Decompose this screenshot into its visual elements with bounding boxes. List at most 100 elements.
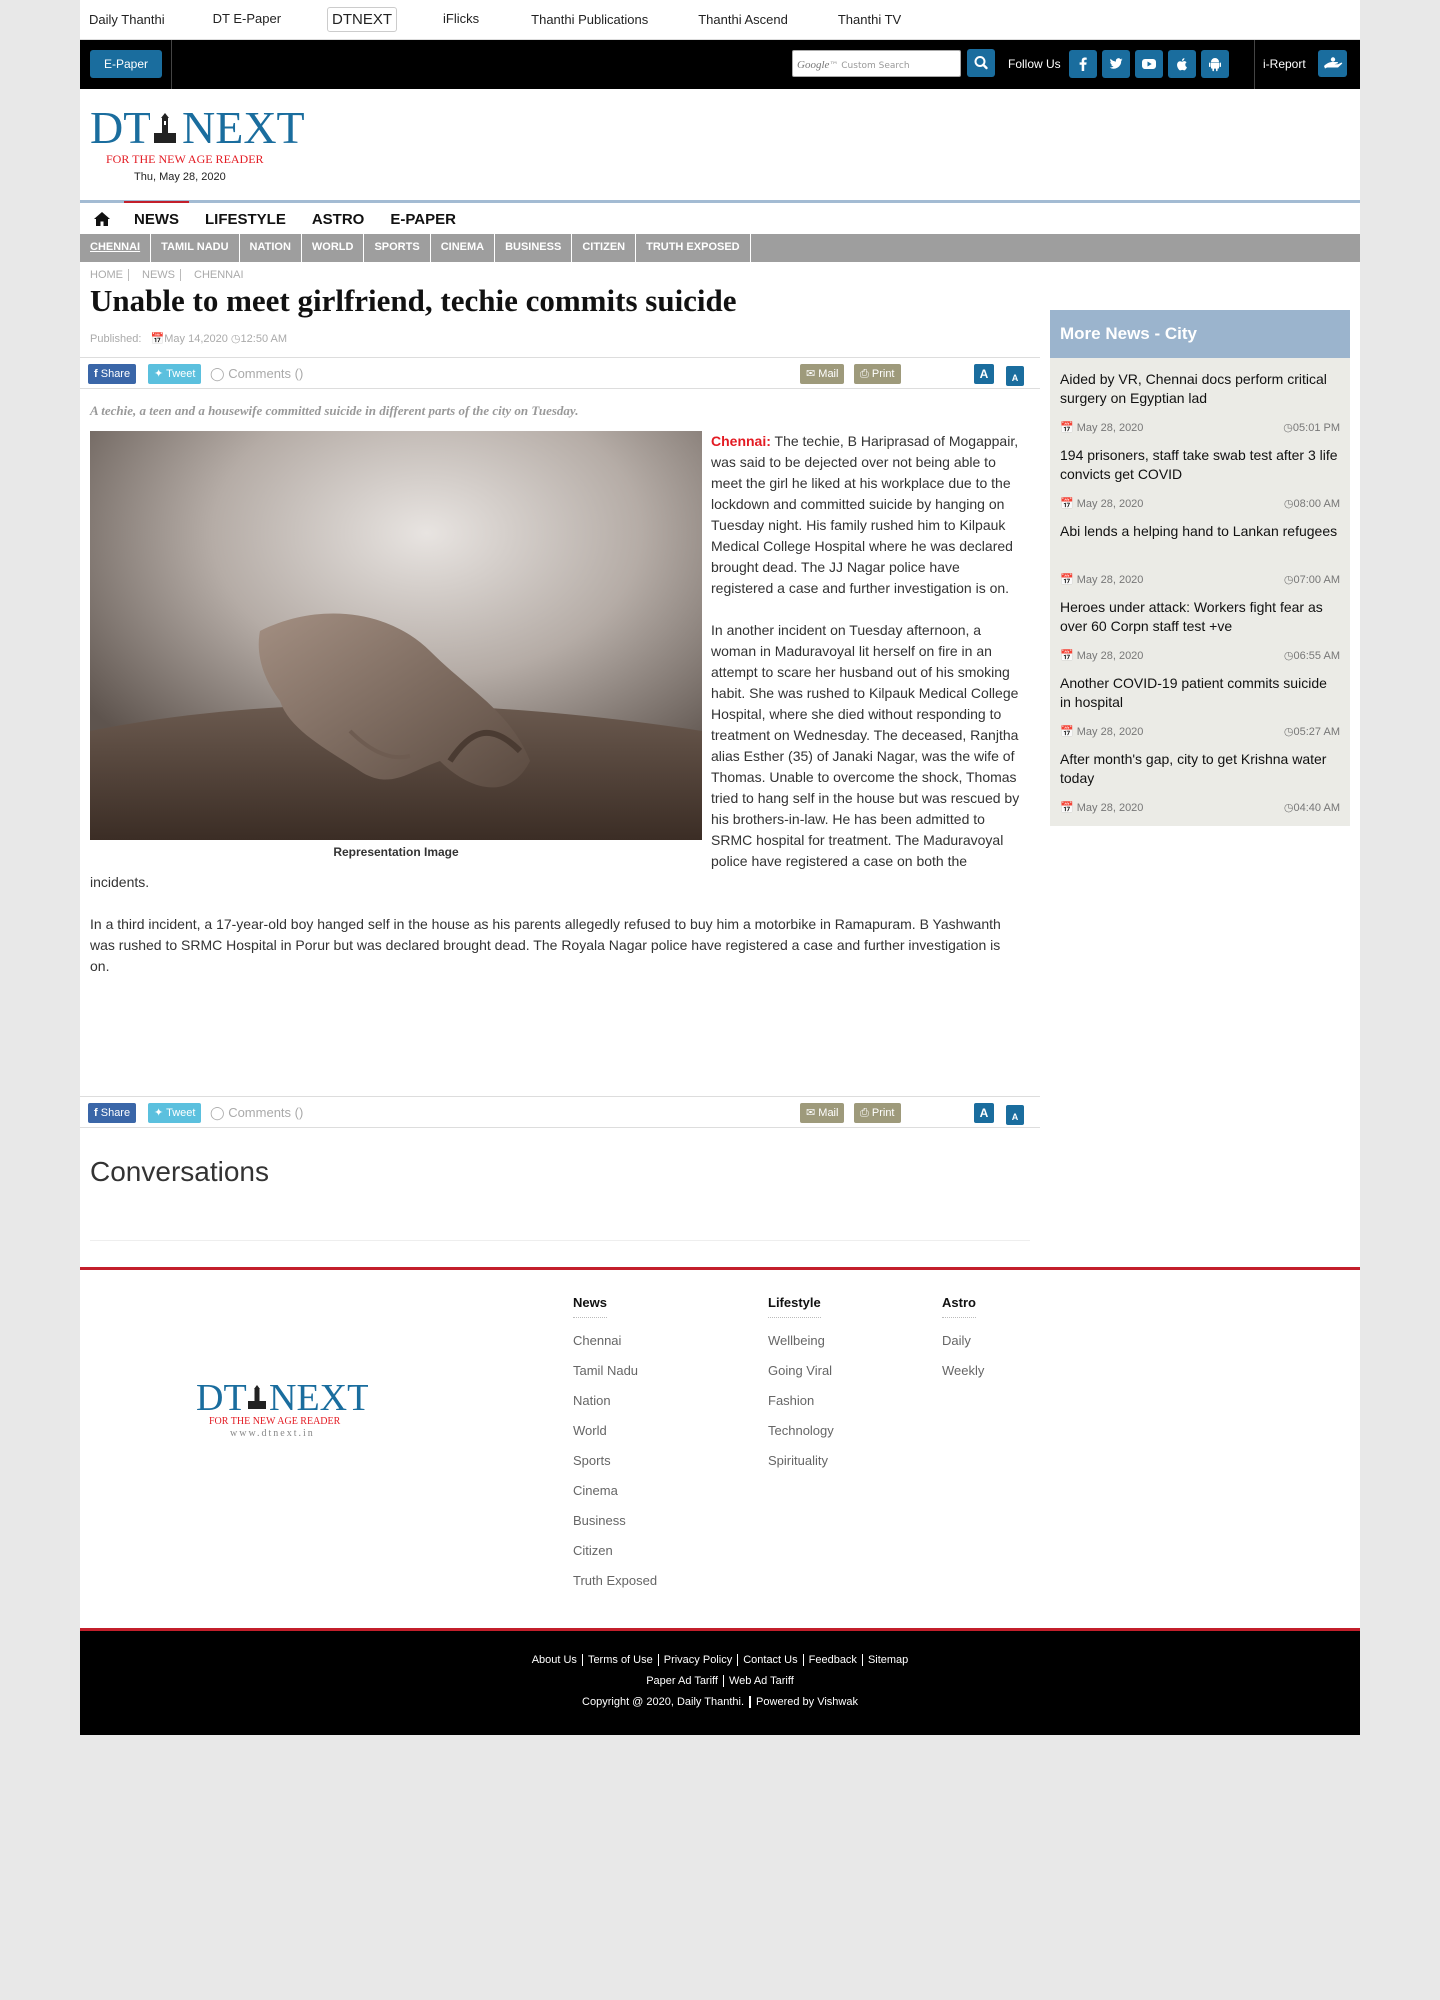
footer-link-paper-ad[interactable]: Paper Ad Tariff (641, 1675, 723, 1687)
breadcrumb-chennai[interactable]: CHENNAI (190, 269, 248, 281)
font-decrease-button[interactable]: A (1006, 366, 1024, 386)
youtube-button[interactable] (1135, 50, 1163, 78)
font-increase-button[interactable]: A (974, 1103, 994, 1123)
comments-link[interactable]: ◯ Comments () (210, 1103, 303, 1123)
footer-logo[interactable]: DT NEXT FOR THE NEW AGE READER www.dtnex… (196, 1374, 368, 1440)
news-headline[interactable]: After month's gap, city to get Krishna w… (1060, 750, 1340, 790)
footer-link-web-ad[interactable]: Web Ad Tariff (724, 1675, 799, 1687)
nav-item-astro[interactable]: ASTRO (312, 209, 365, 228)
network-link-thanthi-tv[interactable]: Thanthi TV (838, 12, 901, 27)
footer-link[interactable]: Going Viral (768, 1356, 834, 1386)
divider (171, 40, 172, 89)
tweet-button[interactable]: ✦ Tweet (148, 1103, 202, 1123)
image-caption: Representation Image (333, 845, 459, 859)
footer-link[interactable]: Cinema (573, 1476, 657, 1506)
sidebar-news-item[interactable]: Heroes under attack: Workers fight fear … (1050, 586, 1350, 662)
tweet-label: Tweet (166, 1107, 196, 1119)
subnav-item-tamil-nadu[interactable]: TAMIL NADU (151, 234, 240, 262)
footer-heading[interactable]: Astro (942, 1295, 976, 1318)
subnav-item-truth-exposed[interactable]: TRUTH EXPOSED (636, 234, 751, 262)
share-bar-top: f Share ✦ Tweet ◯ Comments () ✉ Mail ⎙ P… (80, 357, 1040, 389)
footer-link[interactable]: Chennai (573, 1326, 657, 1356)
news-date: 📅 May 28, 2020 (1060, 574, 1144, 586)
footer-heading[interactable]: Lifestyle (768, 1295, 821, 1318)
android-button[interactable] (1201, 50, 1229, 78)
footer-link[interactable]: Truth Exposed (573, 1566, 657, 1596)
breadcrumb-news[interactable]: NEWS (138, 269, 179, 281)
ireport-button[interactable] (1318, 50, 1347, 77)
footer-link[interactable]: Business (573, 1506, 657, 1536)
network-link-dt-epaper[interactable]: DT E-Paper (213, 11, 281, 26)
footer-link-feedback[interactable]: Feedback (804, 1654, 862, 1666)
epaper-button[interactable]: E-Paper (90, 50, 163, 78)
footer-col-news: News Chennai Tamil Nadu Nation World Spo… (573, 1294, 657, 1596)
footer-link[interactable]: Sports (573, 1446, 657, 1476)
masthead: DT NEXT FOR THE NEW AGE READER Thu, May … (80, 89, 1360, 200)
comments-link[interactable]: ◯ Comments () (210, 364, 303, 384)
subnav-item-chennai[interactable]: CHENNAI (80, 234, 152, 262)
news-headline[interactable]: 194 prisoners, staff take swab test afte… (1060, 446, 1340, 486)
facebook-button[interactable] (1069, 50, 1097, 78)
nav-item-lifestyle[interactable]: LIFESTYLE (205, 209, 286, 228)
network-link-thanthi-publications[interactable]: Thanthi Publications (531, 12, 648, 27)
twitter-button[interactable] (1102, 50, 1130, 78)
mail-button[interactable]: ✉ Mail (800, 1103, 845, 1123)
subnav-item-sports[interactable]: SPORTS (364, 234, 431, 262)
sidebar-news-item[interactable]: Another COVID-19 patient commits suicide… (1050, 662, 1350, 738)
current-date: Thu, May 28, 2020 (134, 171, 226, 183)
footer-link[interactable]: Daily (942, 1326, 984, 1356)
subnav-item-nation[interactable]: NATION (240, 234, 302, 262)
font-decrease-button[interactable]: A (1006, 1105, 1024, 1125)
subnav-item-world[interactable]: WORLD (302, 234, 365, 262)
sidebar-news-item[interactable]: Abi lends a helping hand to Lankan refug… (1050, 510, 1350, 586)
footer-link-contact[interactable]: Contact Us (738, 1654, 802, 1666)
print-button[interactable]: ⎙ Print (854, 1103, 901, 1123)
share-button[interactable]: f Share (88, 364, 137, 384)
nav-item-news[interactable]: NEWS (124, 201, 189, 228)
subnav-item-cinema[interactable]: CINEMA (431, 234, 496, 262)
footer-link[interactable]: Weekly (942, 1356, 984, 1386)
network-link-daily-thanthi[interactable]: Daily Thanthi (89, 12, 165, 27)
print-button[interactable]: ⎙ Print (854, 364, 901, 384)
footer-link[interactable]: World (573, 1416, 657, 1446)
footer-link-terms[interactable]: Terms of Use (583, 1654, 658, 1666)
home-icon[interactable] (94, 211, 110, 226)
nav-item-epaper[interactable]: E-PAPER (390, 209, 456, 228)
apple-button[interactable] (1168, 50, 1196, 78)
news-headline[interactable]: Abi lends a helping hand to Lankan refug… (1060, 522, 1340, 562)
footer-link[interactable]: Spirituality (768, 1446, 834, 1476)
network-link-dtnext[interactable]: DTNEXT (327, 7, 398, 32)
footer-link-about[interactable]: About Us (527, 1654, 582, 1666)
comments-label: Comments () (228, 366, 304, 381)
share-button[interactable]: f Share (88, 1103, 137, 1123)
footer-link[interactable]: Wellbeing (768, 1326, 834, 1356)
news-headline[interactable]: Another COVID-19 patient commits suicide… (1060, 674, 1340, 714)
subnav-item-business[interactable]: BUSINESS (495, 234, 573, 262)
news-headline[interactable]: Heroes under attack: Workers fight fear … (1060, 598, 1340, 638)
page: Daily Thanthi DT E-Paper DTNEXT iFlicks … (80, 0, 1360, 1735)
sidebar-news-item[interactable]: 194 prisoners, staff take swab test afte… (1050, 434, 1350, 510)
powered-by[interactable]: Powered by Vishwak (751, 1696, 863, 1708)
tweet-button[interactable]: ✦ Tweet (148, 364, 202, 384)
news-headline[interactable]: Aided by VR, Chennai docs perform critic… (1060, 370, 1340, 410)
subnav-item-citizen[interactable]: CITIZEN (572, 234, 637, 262)
sidebar-news-item[interactable]: Aided by VR, Chennai docs perform critic… (1050, 358, 1350, 434)
footer-link-privacy[interactable]: Privacy Policy (659, 1654, 737, 1666)
footer-link[interactable]: Tamil Nadu (573, 1356, 657, 1386)
footer-heading[interactable]: News (573, 1295, 607, 1318)
footer-link[interactable]: Technology (768, 1416, 834, 1446)
mail-button[interactable]: ✉ Mail (800, 364, 845, 384)
footer-link-sitemap[interactable]: Sitemap (863, 1654, 913, 1666)
font-increase-button[interactable]: A (974, 364, 994, 384)
search-input[interactable]: Google™ Custom Search (792, 50, 961, 77)
footer-link[interactable]: Fashion (768, 1386, 834, 1416)
footer-link[interactable]: Citizen (573, 1536, 657, 1566)
network-link-iflicks[interactable]: iFlicks (443, 11, 479, 26)
dtnext-logo[interactable]: DT NEXT FOR THE NEW AGE READER (90, 101, 305, 167)
footer-link[interactable]: Nation (573, 1386, 657, 1416)
print-label: Print (871, 1107, 895, 1119)
sidebar-news-item[interactable]: After month's gap, city to get Krishna w… (1050, 738, 1350, 814)
search-button[interactable] (967, 49, 995, 77)
breadcrumb-home[interactable]: HOME (90, 269, 127, 281)
network-link-thanthi-ascend[interactable]: Thanthi Ascend (698, 12, 788, 27)
